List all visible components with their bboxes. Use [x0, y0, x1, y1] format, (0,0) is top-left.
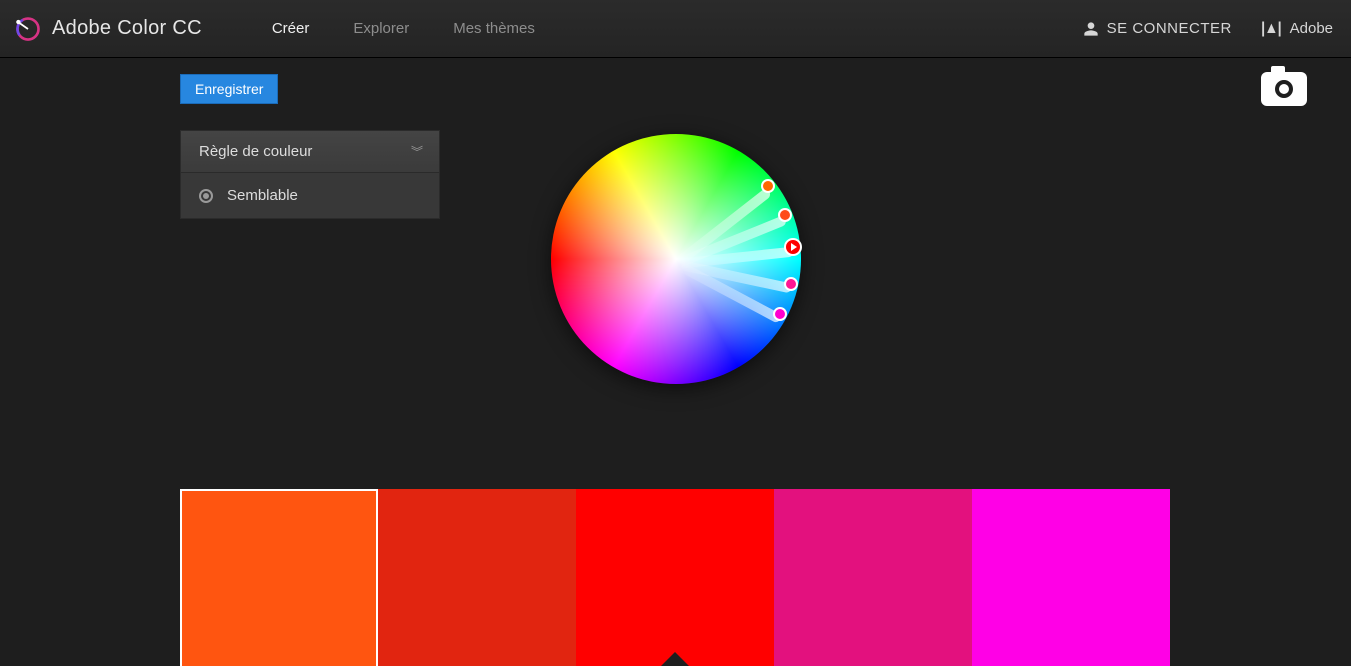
swatch[interactable]	[972, 489, 1170, 666]
color-rule-title: Règle de couleur	[199, 143, 312, 160]
adobe-label: Adobe	[1290, 20, 1333, 37]
adobe-logo-icon: |▲|	[1261, 20, 1281, 38]
user-icon	[1083, 21, 1099, 37]
signin-link[interactable]: SE CONNECTER	[1083, 20, 1232, 37]
radio-checked-icon	[199, 189, 213, 203]
adobe-color-logo-icon	[14, 15, 42, 43]
color-rule-header[interactable]: Règle de couleur ︾	[181, 131, 439, 173]
nav-explore[interactable]: Explorer	[353, 20, 409, 37]
wheel-handle[interactable]	[784, 277, 798, 291]
swatch-row	[180, 489, 1170, 666]
wheel-handle[interactable]	[761, 179, 775, 193]
color-wheel[interactable]	[551, 134, 801, 384]
wheel-base-handle[interactable]	[784, 238, 802, 256]
signin-label: SE CONNECTER	[1107, 20, 1232, 37]
wheel-handle[interactable]	[778, 208, 792, 222]
adobe-link[interactable]: |▲| Adobe	[1260, 20, 1333, 38]
app-title: Adobe Color CC	[52, 17, 202, 40]
chevron-down-icon: ︾	[411, 143, 421, 160]
swatch[interactable]	[180, 489, 378, 666]
save-button[interactable]: Enregistrer	[180, 74, 278, 104]
extract-from-image-button[interactable]	[1261, 72, 1307, 106]
app-header: Adobe Color CC Créer Explorer Mes thèmes…	[0, 0, 1351, 58]
swatch[interactable]	[576, 489, 774, 666]
color-rule-selected-label: Semblable	[227, 187, 298, 204]
base-color-indicator-icon	[657, 652, 693, 666]
swatch[interactable]	[774, 489, 972, 666]
main-nav: Créer Explorer Mes thèmes	[272, 20, 535, 37]
nav-create[interactable]: Créer	[272, 20, 310, 37]
content-area: Enregistrer Règle de couleur ︾ Semblable	[0, 58, 1351, 666]
color-rule-selected[interactable]: Semblable	[181, 173, 439, 218]
color-rule-panel: Règle de couleur ︾ Semblable	[180, 130, 440, 219]
camera-icon	[1275, 80, 1293, 98]
logo-wrap: Adobe Color CC	[14, 15, 202, 43]
nav-mythemes[interactable]: Mes thèmes	[453, 20, 535, 37]
swatch[interactable]	[378, 489, 576, 666]
header-right: SE CONNECTER |▲| Adobe	[1083, 20, 1333, 38]
wheel-handle[interactable]	[773, 307, 787, 321]
